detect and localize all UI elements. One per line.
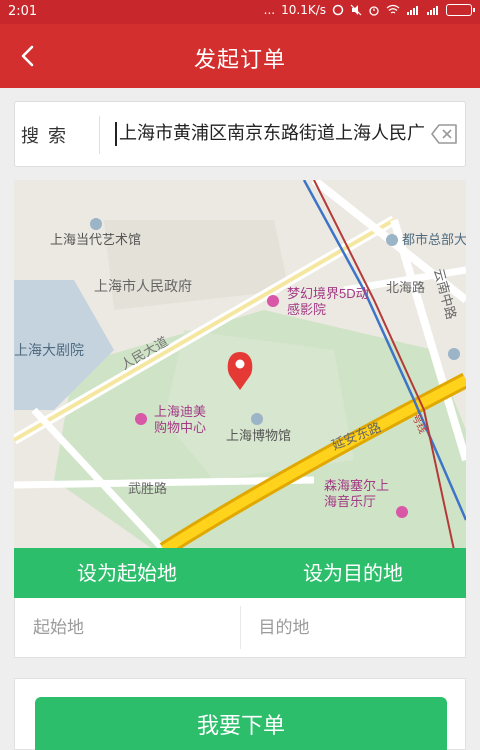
notification-dots: ... [263, 3, 276, 17]
route-fields: 起始地 目的地 [14, 598, 466, 658]
search-divider [99, 116, 100, 154]
network-speed: 10.1K/s [281, 3, 326, 17]
map-view[interactable]: 上海当代艺术馆 上海市人民政府 上海大剧院 人民大道 梦幻境界5D动 感影院 上… [14, 180, 466, 550]
clear-icon[interactable] [431, 122, 459, 146]
map-label: 海音乐厅 [324, 494, 376, 509]
wifi-icon [386, 4, 400, 14]
search-input[interactable]: 上海市黄浦区南京东路街道上海人民广 [115, 122, 431, 146]
map-label: 感影院 [287, 302, 326, 317]
start-field[interactable]: 起始地 [15, 598, 240, 657]
map-label: 武胜路 [128, 481, 167, 496]
map-label: 森海塞尔上 [324, 478, 389, 493]
signal-icon-1 [407, 6, 418, 15]
set-start-button[interactable]: 设为起始地 [14, 548, 240, 598]
place-order-button[interactable]: 我要下单 [35, 697, 447, 750]
search-label: 搜索 [21, 126, 75, 147]
map-canvas: 上海当代艺术馆 上海市人民政府 上海大剧院 人民大道 梦幻境界5D动 感影院 上… [14, 180, 466, 550]
app-bar: 发起订单 [0, 24, 480, 88]
sync-icon [332, 4, 344, 16]
location-actions: 设为起始地 设为目的地 [14, 548, 466, 598]
search-bar: 搜索 上海市黄浦区南京东路街道上海人民广 [14, 101, 466, 167]
map-label: 梦幻境界5D动 [287, 286, 369, 301]
submit-panel: 我要下单 [14, 678, 466, 750]
map-label: 上海当代艺术馆 [50, 232, 141, 247]
status-bar: 2:01 ... 10.1K/s [0, 0, 480, 24]
map-label: 上海博物馆 [226, 428, 291, 443]
page-title: 发起订单 [193, 48, 286, 73]
poi-icon-cinema [267, 295, 279, 307]
poi-icon-dushi [386, 234, 398, 246]
map-label: 上海迪美 [154, 404, 206, 419]
map-label: 上海大剧院 [14, 342, 84, 358]
map-label: 上海市人民政府 [94, 278, 192, 294]
poi-icon-art [90, 218, 102, 230]
map-label: 都市总部大 [402, 232, 466, 247]
mute-icon [350, 4, 362, 16]
destination-field[interactable]: 目的地 [241, 598, 466, 657]
map-label: 购物中心 [154, 420, 206, 435]
battery-icon [446, 4, 475, 16]
status-icons: ... 10.1K/s [263, 3, 475, 17]
signal-icon-2 [427, 6, 438, 15]
alarm-icon [369, 6, 379, 16]
set-destination-button[interactable]: 设为目的地 [240, 548, 466, 598]
poi-icon-dimei [135, 413, 147, 425]
poi-icon-museum [251, 413, 263, 425]
map-label: 北海路 [386, 280, 425, 295]
poi-icon-concert [396, 506, 408, 518]
poi-icon-edge [448, 348, 460, 360]
status-time: 2:01 [8, 4, 38, 19]
